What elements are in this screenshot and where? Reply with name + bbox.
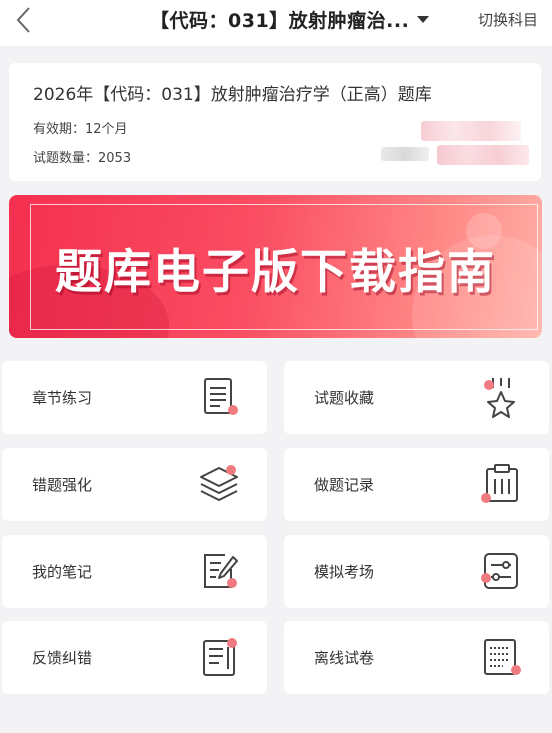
tile-mock-exam[interactable]: 模拟考场	[284, 535, 549, 608]
tile-label: 做题记录	[314, 476, 375, 494]
offline-paper-icon	[484, 639, 521, 675]
tile-label: 模拟考场	[314, 563, 375, 581]
note-pencil-icon	[204, 554, 238, 588]
validity-value: 12个月	[85, 122, 128, 137]
tile-label: 错题强化	[32, 476, 93, 494]
tile-my-notes[interactable]: 我的笔记	[2, 535, 267, 608]
layers-icon	[200, 465, 238, 501]
tile-practice-history[interactable]: 做题记录	[284, 448, 549, 521]
tile-chapter-practice[interactable]: 章节练习	[2, 361, 267, 434]
tile-mistake-review[interactable]: 错题强化	[2, 448, 267, 521]
question-count-row: 试题数量：2053	[33, 147, 131, 166]
back-button[interactable]	[8, 4, 42, 38]
sliders-icon	[481, 553, 518, 589]
tile-label: 反馈纠错	[32, 649, 93, 667]
bank-info-card: 2026年【代码：031】放射肿瘤治疗学（正高）题库 有效期：12个月 试题数量…	[9, 63, 541, 181]
tile-offline-papers[interactable]: 离线试卷	[284, 621, 549, 694]
validity-row: 有效期：12个月	[33, 118, 128, 137]
tile-label: 章节练习	[32, 389, 93, 407]
bank-title: 2026年【代码：031】放射肿瘤治疗学（正高）题库	[33, 85, 432, 105]
tile-label: 我的笔记	[32, 563, 93, 581]
feedback-list-icon	[203, 638, 237, 676]
banner-title: 题库电子版下载指南	[55, 245, 496, 300]
star-medal-icon	[484, 378, 515, 418]
clipboard-icon	[481, 464, 518, 503]
tile-label: 离线试卷	[314, 649, 375, 667]
switch-subject-button[interactable]: 切换科目	[478, 9, 538, 30]
validity-label: 有效期：	[33, 122, 86, 137]
top-bar: 【代码：031】放射肿瘤治... 切换科目	[0, 0, 552, 46]
tile-feedback[interactable]: 反馈纠错	[2, 621, 267, 694]
page-title: 【代码：031】放射肿瘤治...	[150, 9, 410, 32]
subject-selector[interactable]: 【代码：031】放射肿瘤治...	[150, 0, 430, 38]
document-icon	[204, 378, 238, 415]
chevron-left-icon	[16, 7, 30, 33]
download-guide-banner[interactable]: 题库电子版下载指南	[9, 195, 542, 338]
tile-label: 试题收藏	[314, 389, 375, 407]
question-count-label: 试题数量：	[33, 151, 99, 166]
caret-down-icon	[417, 15, 430, 23]
tile-favorites[interactable]: 试题收藏	[284, 361, 549, 434]
question-count-value: 2053	[98, 151, 132, 166]
